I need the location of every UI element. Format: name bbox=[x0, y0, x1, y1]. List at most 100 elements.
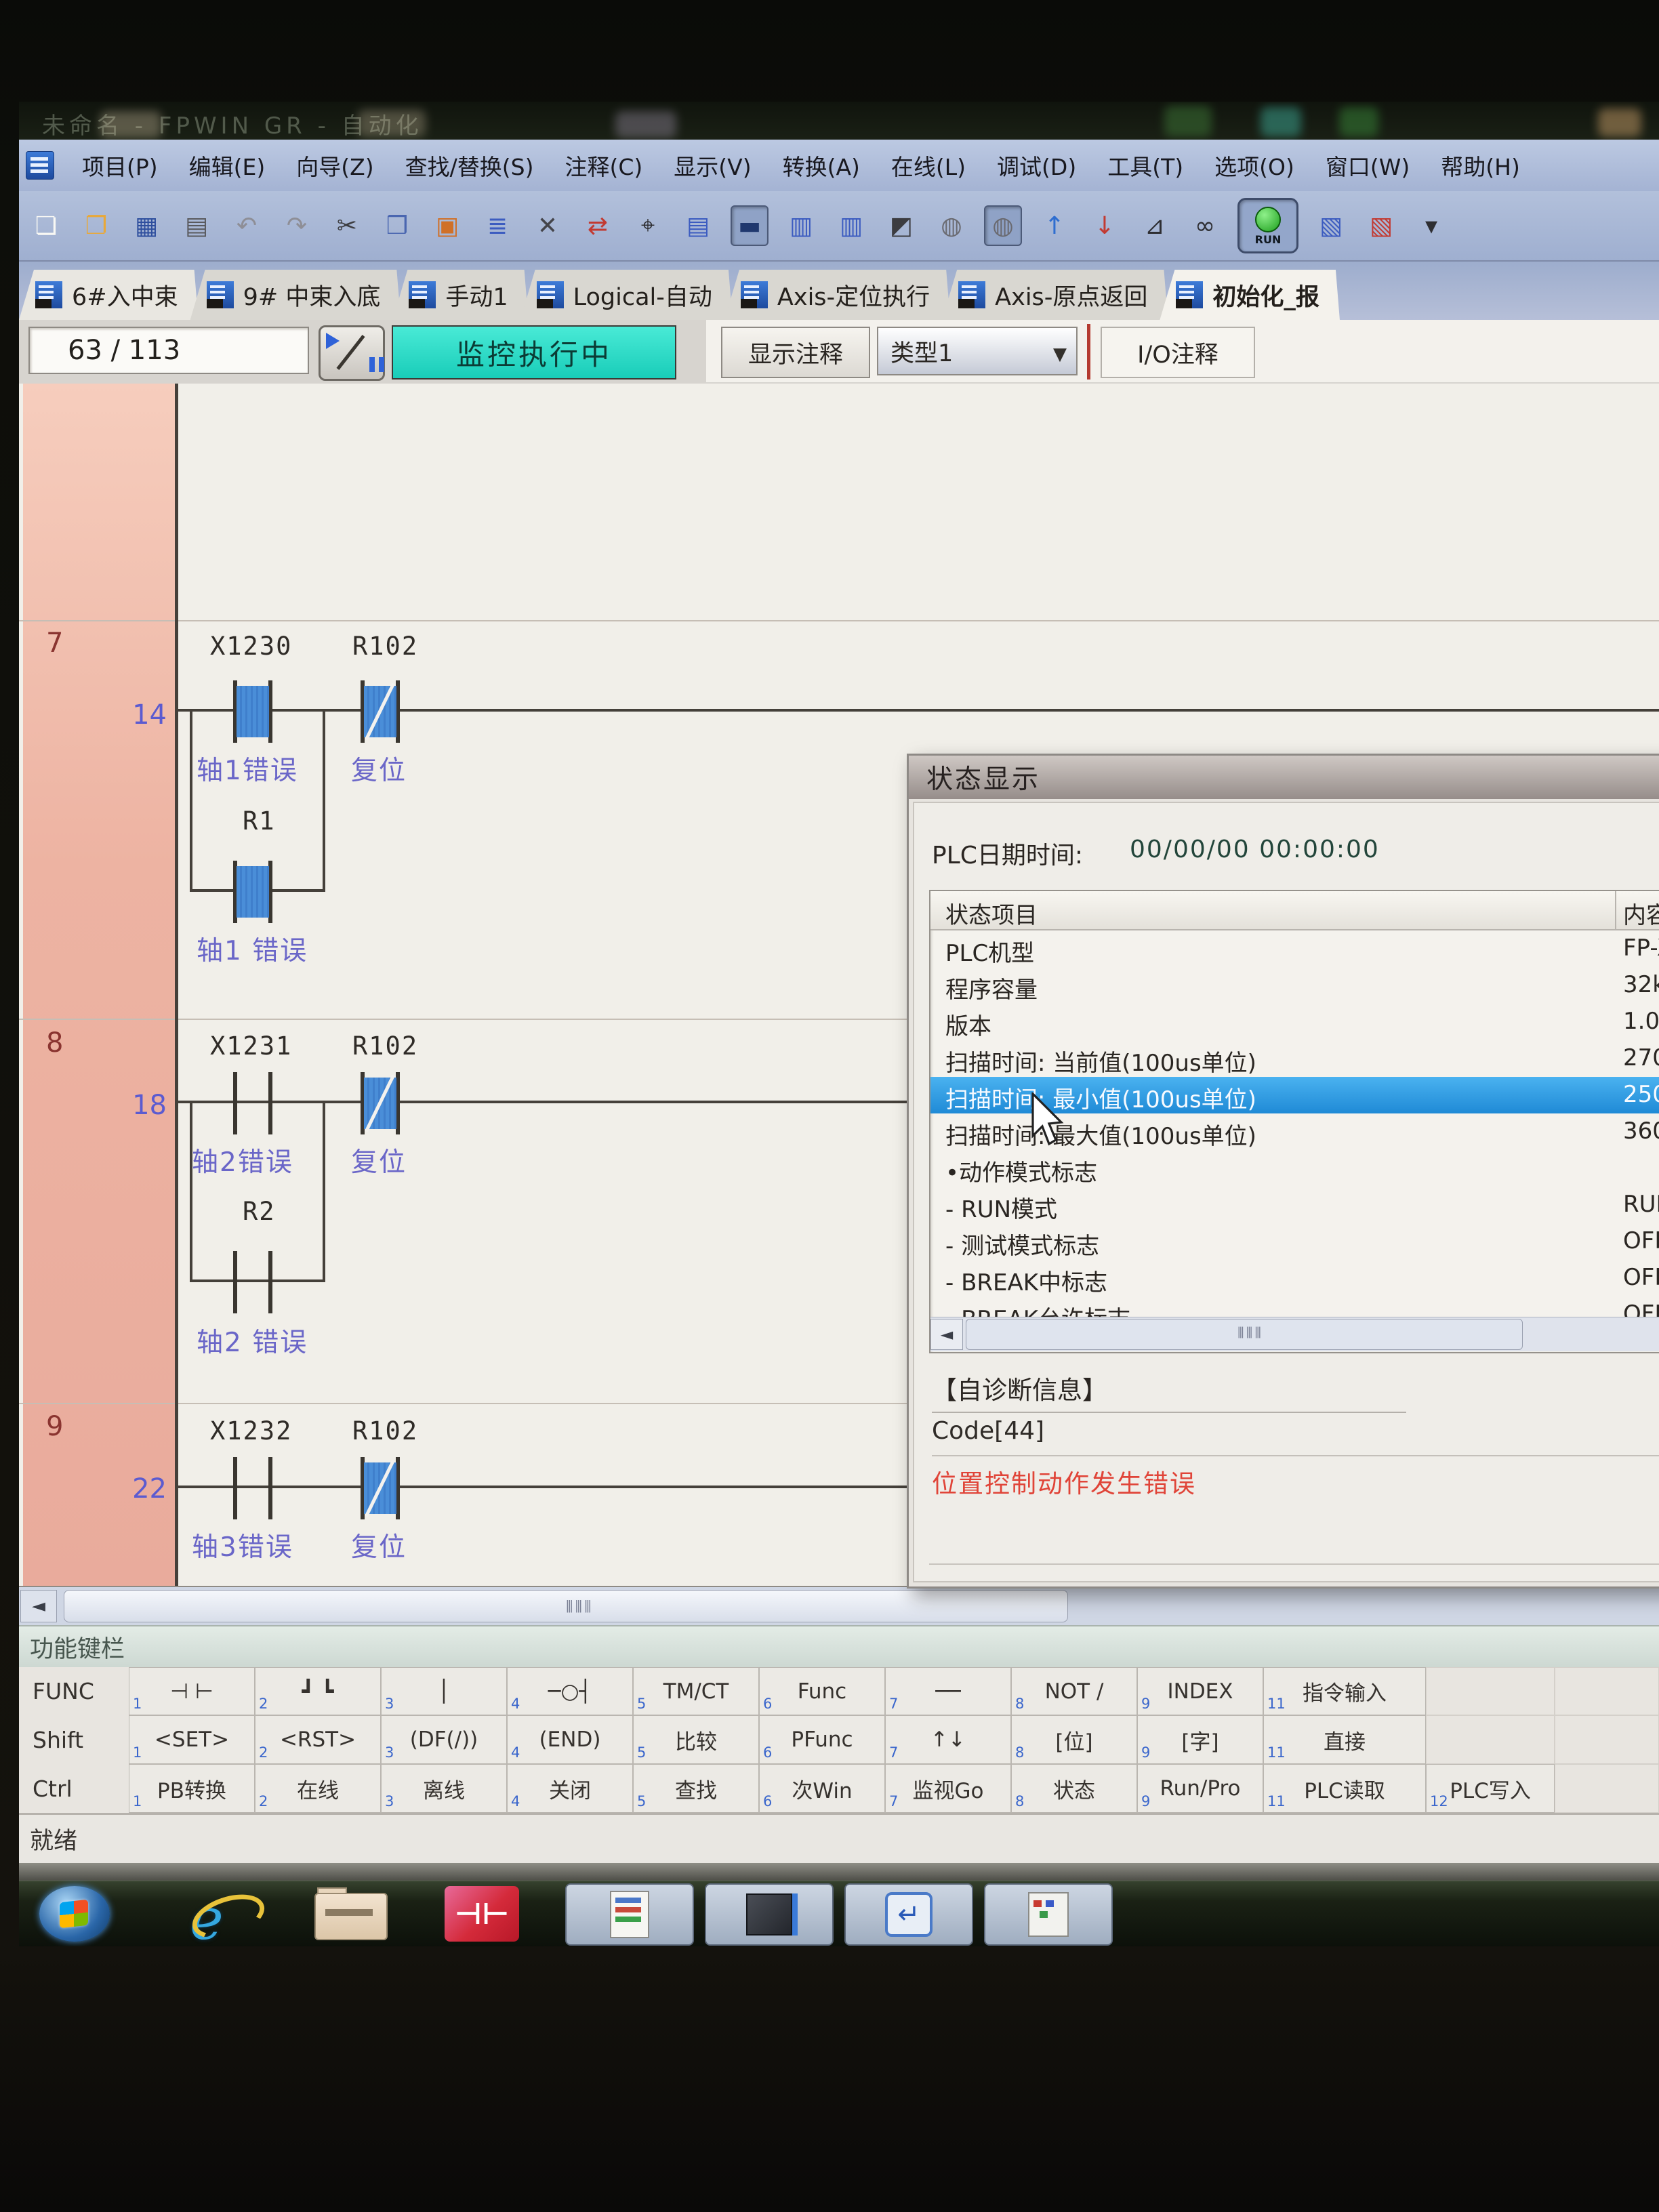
contact-x1231-off[interactable] bbox=[233, 1072, 272, 1134]
internet-explorer-icon[interactable]: e bbox=[190, 1886, 264, 1942]
monitor-toggle-button[interactable] bbox=[319, 325, 385, 381]
contact-r102-nc-on[interactable] bbox=[361, 1457, 400, 1519]
funckey-FUNC-2[interactable]: 2┛ ┗ bbox=[255, 1667, 381, 1715]
funckey-FUNC-6[interactable]: 6Func bbox=[759, 1667, 885, 1715]
task-device-button[interactable] bbox=[705, 1883, 834, 1946]
status-row-3[interactable]: 扫描时间: 当前值(100us单位)2700 bbox=[930, 1040, 1659, 1077]
program-check-icon[interactable]: ⊿ bbox=[1137, 207, 1172, 245]
save-icon[interactable]: ▦ bbox=[129, 207, 164, 245]
funckey-Shift-1[interactable]: 1<SET> bbox=[129, 1715, 255, 1764]
start-button[interactable] bbox=[39, 1886, 110, 1942]
menu-item-7[interactable]: 在线(L) bbox=[876, 145, 981, 186]
menu-item-0[interactable]: 项目(P) bbox=[66, 145, 173, 186]
funckey-Ctrl-9[interactable]: 9Run/Pro bbox=[1137, 1764, 1263, 1813]
contact-x1230-on[interactable] bbox=[233, 680, 272, 743]
run-mode-icon[interactable]: RUN bbox=[1237, 198, 1298, 253]
funckey-Ctrl-1[interactable]: 1PB转换 bbox=[129, 1764, 255, 1813]
contact-r1-on[interactable] bbox=[233, 861, 272, 923]
contact-x1232-off[interactable] bbox=[233, 1457, 272, 1519]
status-row-7[interactable]: - RUN模式RUN bbox=[930, 1187, 1659, 1223]
status-row-6[interactable]: •动作模式标志 bbox=[930, 1150, 1659, 1187]
menu-item-8[interactable]: 调试(D) bbox=[981, 145, 1092, 186]
funckey-Shift-6[interactable]: 6PFunc bbox=[759, 1715, 885, 1764]
scroll-left-arrow-icon[interactable]: ◄ bbox=[930, 1319, 963, 1350]
funckey-Shift-2[interactable]: 2<RST> bbox=[255, 1715, 381, 1764]
status-row-2[interactable]: 版本1.0 bbox=[930, 1004, 1659, 1040]
status-row-1[interactable]: 程序容量32k bbox=[930, 967, 1659, 1004]
funckey-FUNC-8[interactable]: 8NOT / bbox=[1011, 1667, 1137, 1715]
tab-Axis-定位执行[interactable]: Axis-定位执行 bbox=[724, 270, 950, 320]
funckey-Ctrl-2[interactable]: 2在线 bbox=[255, 1764, 381, 1813]
total-check-icon[interactable]: ∞ bbox=[1187, 207, 1223, 245]
redo-icon[interactable]: ↷ bbox=[279, 207, 314, 245]
tab-6#入中束[interactable]: 6#入中束 bbox=[19, 270, 199, 320]
tab-Logical-自动[interactable]: Logical-自动 bbox=[520, 270, 733, 320]
funckey-Shift-4[interactable]: 4(END) bbox=[507, 1715, 633, 1764]
undo-icon[interactable]: ↶ bbox=[229, 207, 264, 245]
funckey-Ctrl-12[interactable]: 12PLC写入 bbox=[1426, 1764, 1555, 1813]
funckey-FUNC-11[interactable]: 11指令输入 bbox=[1263, 1667, 1426, 1715]
monitor-view-icon[interactable]: ▬ bbox=[731, 205, 769, 246]
copy-icon[interactable]: ❒ bbox=[380, 207, 415, 245]
task-card-button[interactable] bbox=[984, 1883, 1113, 1946]
funckey-Ctrl-7[interactable]: 7监视Go bbox=[885, 1764, 1011, 1813]
task-doc-button[interactable] bbox=[565, 1883, 694, 1946]
menu-item-4[interactable]: 注释(C) bbox=[549, 145, 658, 186]
funckey-Ctrl-11[interactable]: 11PLC读取 bbox=[1263, 1764, 1426, 1813]
funckey-FUNC-1[interactable]: 1⊣ ⊢ bbox=[129, 1667, 255, 1715]
new-file-icon[interactable]: ❏ bbox=[28, 207, 64, 245]
status-row-9[interactable]: - BREAK中标志OFF bbox=[930, 1260, 1659, 1296]
fpwin-taskbar-icon[interactable]: ⊣⊢ bbox=[445, 1886, 519, 1942]
wire-branch-icon[interactable]: ⇄ bbox=[580, 207, 615, 245]
cut-icon[interactable]: ✂ bbox=[329, 207, 365, 245]
upload-plc-icon[interactable]: ↑ bbox=[1037, 207, 1072, 245]
funckey-FUNC-4[interactable]: 4─○┤ bbox=[507, 1667, 633, 1715]
funckey-Shift-11[interactable]: 11直接 bbox=[1263, 1715, 1426, 1764]
page-view-icon[interactable]: ▤ bbox=[680, 207, 716, 245]
funckey-Ctrl-6[interactable]: 6次Win bbox=[759, 1764, 885, 1813]
page-list2-icon[interactable]: ▥ bbox=[834, 207, 869, 245]
delete-row-icon[interactable]: ✕ bbox=[530, 207, 565, 245]
funckey-FUNC-5[interactable]: 5TM/CT bbox=[633, 1667, 759, 1715]
dialog-horizontal-scrollbar[interactable]: ◄ ⦀⦀⦀ bbox=[930, 1317, 1659, 1351]
funckey-FUNC-9[interactable]: 9INDEX bbox=[1137, 1667, 1263, 1715]
dialog-titlebar[interactable]: 状态显示 bbox=[909, 756, 1659, 799]
contact-r102-nc-on[interactable] bbox=[361, 1072, 400, 1134]
funckey-Ctrl-5[interactable]: 5查找 bbox=[633, 1764, 759, 1813]
toolbar-more-icon[interactable]: ▾ bbox=[1414, 207, 1449, 245]
io-comment-button[interactable]: I/O注释 bbox=[1101, 327, 1255, 378]
menu-item-5[interactable]: 显示(V) bbox=[658, 145, 766, 186]
menu-item-10[interactable]: 选项(O) bbox=[1199, 145, 1310, 186]
status-row-8[interactable]: - 测试模式标志OFF bbox=[930, 1223, 1659, 1260]
funckey-Ctrl-4[interactable]: 4关闭 bbox=[507, 1764, 633, 1813]
tab-手动1[interactable]: 手动1 bbox=[392, 270, 528, 320]
page-list-icon[interactable]: ▥ bbox=[783, 207, 819, 245]
funckey-Shift-8[interactable]: 8[位] bbox=[1011, 1715, 1137, 1764]
online-edit-icon[interactable]: ◍ bbox=[934, 207, 969, 245]
find-icon[interactable]: ⌖ bbox=[630, 207, 665, 245]
funckey-Ctrl-8[interactable]: 8状态 bbox=[1011, 1764, 1137, 1813]
insert-row-icon[interactable]: ≣ bbox=[480, 207, 515, 245]
menu-item-9[interactable]: 工具(T) bbox=[1092, 145, 1199, 186]
menu-item-2[interactable]: 向导(Z) bbox=[281, 145, 389, 186]
print-icon[interactable]: ▤ bbox=[179, 207, 214, 245]
menu-item-11[interactable]: 窗口(W) bbox=[1310, 145, 1425, 186]
menu-item-3[interactable]: 查找/替换(S) bbox=[390, 145, 550, 186]
tab-初始化_报[interactable]: 初始化_报 bbox=[1160, 270, 1340, 320]
contact-r2-off[interactable] bbox=[233, 1251, 272, 1313]
status-row-10[interactable]: - BREAK允许标志OFF bbox=[930, 1296, 1659, 1317]
comment-type-select[interactable]: 类型1▼ bbox=[877, 327, 1078, 375]
open-file-icon[interactable]: ❐ bbox=[79, 207, 114, 245]
find-register-icon[interactable]: ▧ bbox=[1313, 207, 1349, 245]
scrollbar-thumb[interactable]: ⦀⦀⦀ bbox=[966, 1319, 1523, 1350]
menu-item-1[interactable]: 编辑(E) bbox=[173, 145, 281, 186]
task-switch-button[interactable]: ↵ bbox=[844, 1883, 973, 1946]
tab-Axis-原点返回[interactable]: Axis-原点返回 bbox=[942, 270, 1168, 320]
funckey-Shift-7[interactable]: 7↑↓ bbox=[885, 1715, 1011, 1764]
paste-icon[interactable]: ▣ bbox=[430, 207, 465, 245]
funckey-Shift-5[interactable]: 5比较 bbox=[633, 1715, 759, 1764]
funckey-Shift-9[interactable]: 9[字] bbox=[1137, 1715, 1263, 1764]
menu-item-12[interactable]: 帮助(H) bbox=[1425, 145, 1536, 186]
download-plc-icon[interactable]: ↓ bbox=[1087, 207, 1122, 245]
funckey-FUNC-3[interactable]: 3│ bbox=[381, 1667, 507, 1715]
